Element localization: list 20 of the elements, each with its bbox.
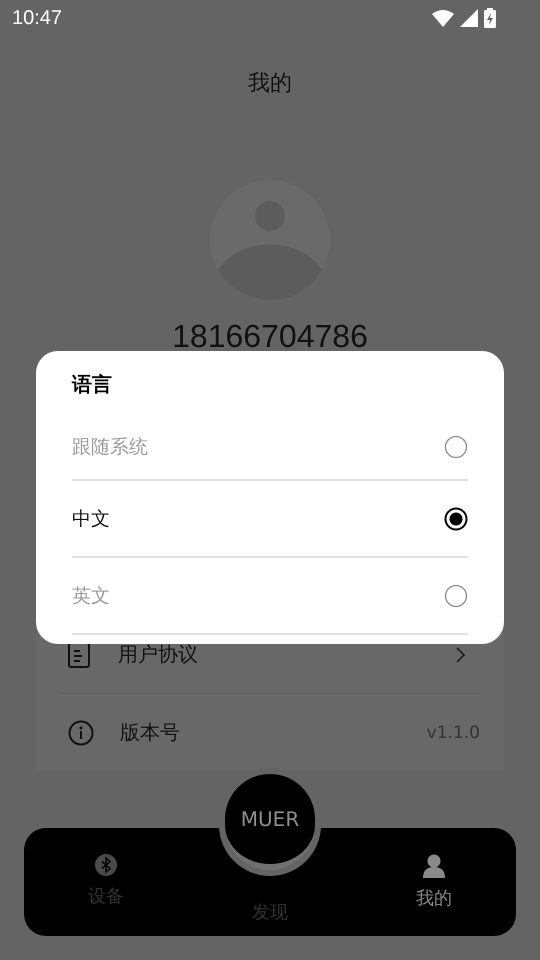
battery-icon [484,8,496,28]
chevron-right-icon [456,646,466,662]
menu-label: 用户协议 [118,641,199,668]
dialog-title: 语言 [72,371,113,398]
language-option[interactable]: 中文 [72,481,468,558]
nav-tab[interactable]: 我的 [392,854,476,910]
phone-number: 18166704786 [172,317,368,356]
bluetooth-icon [95,854,117,876]
status-time: 10:47 [12,6,62,30]
person-icon [423,854,445,878]
radio-button[interactable] [444,435,468,459]
menu-label: 版本号 [120,719,181,746]
language-option[interactable]: 跟随系统 [72,415,468,481]
signal-icon [460,9,478,27]
info-icon [68,720,94,746]
radio-button[interactable] [444,506,468,530]
page-title: 我的 [248,70,292,98]
radio-button[interactable] [444,584,468,608]
wifi-icon [432,9,454,27]
language-option[interactable]: 英文 [72,558,468,635]
